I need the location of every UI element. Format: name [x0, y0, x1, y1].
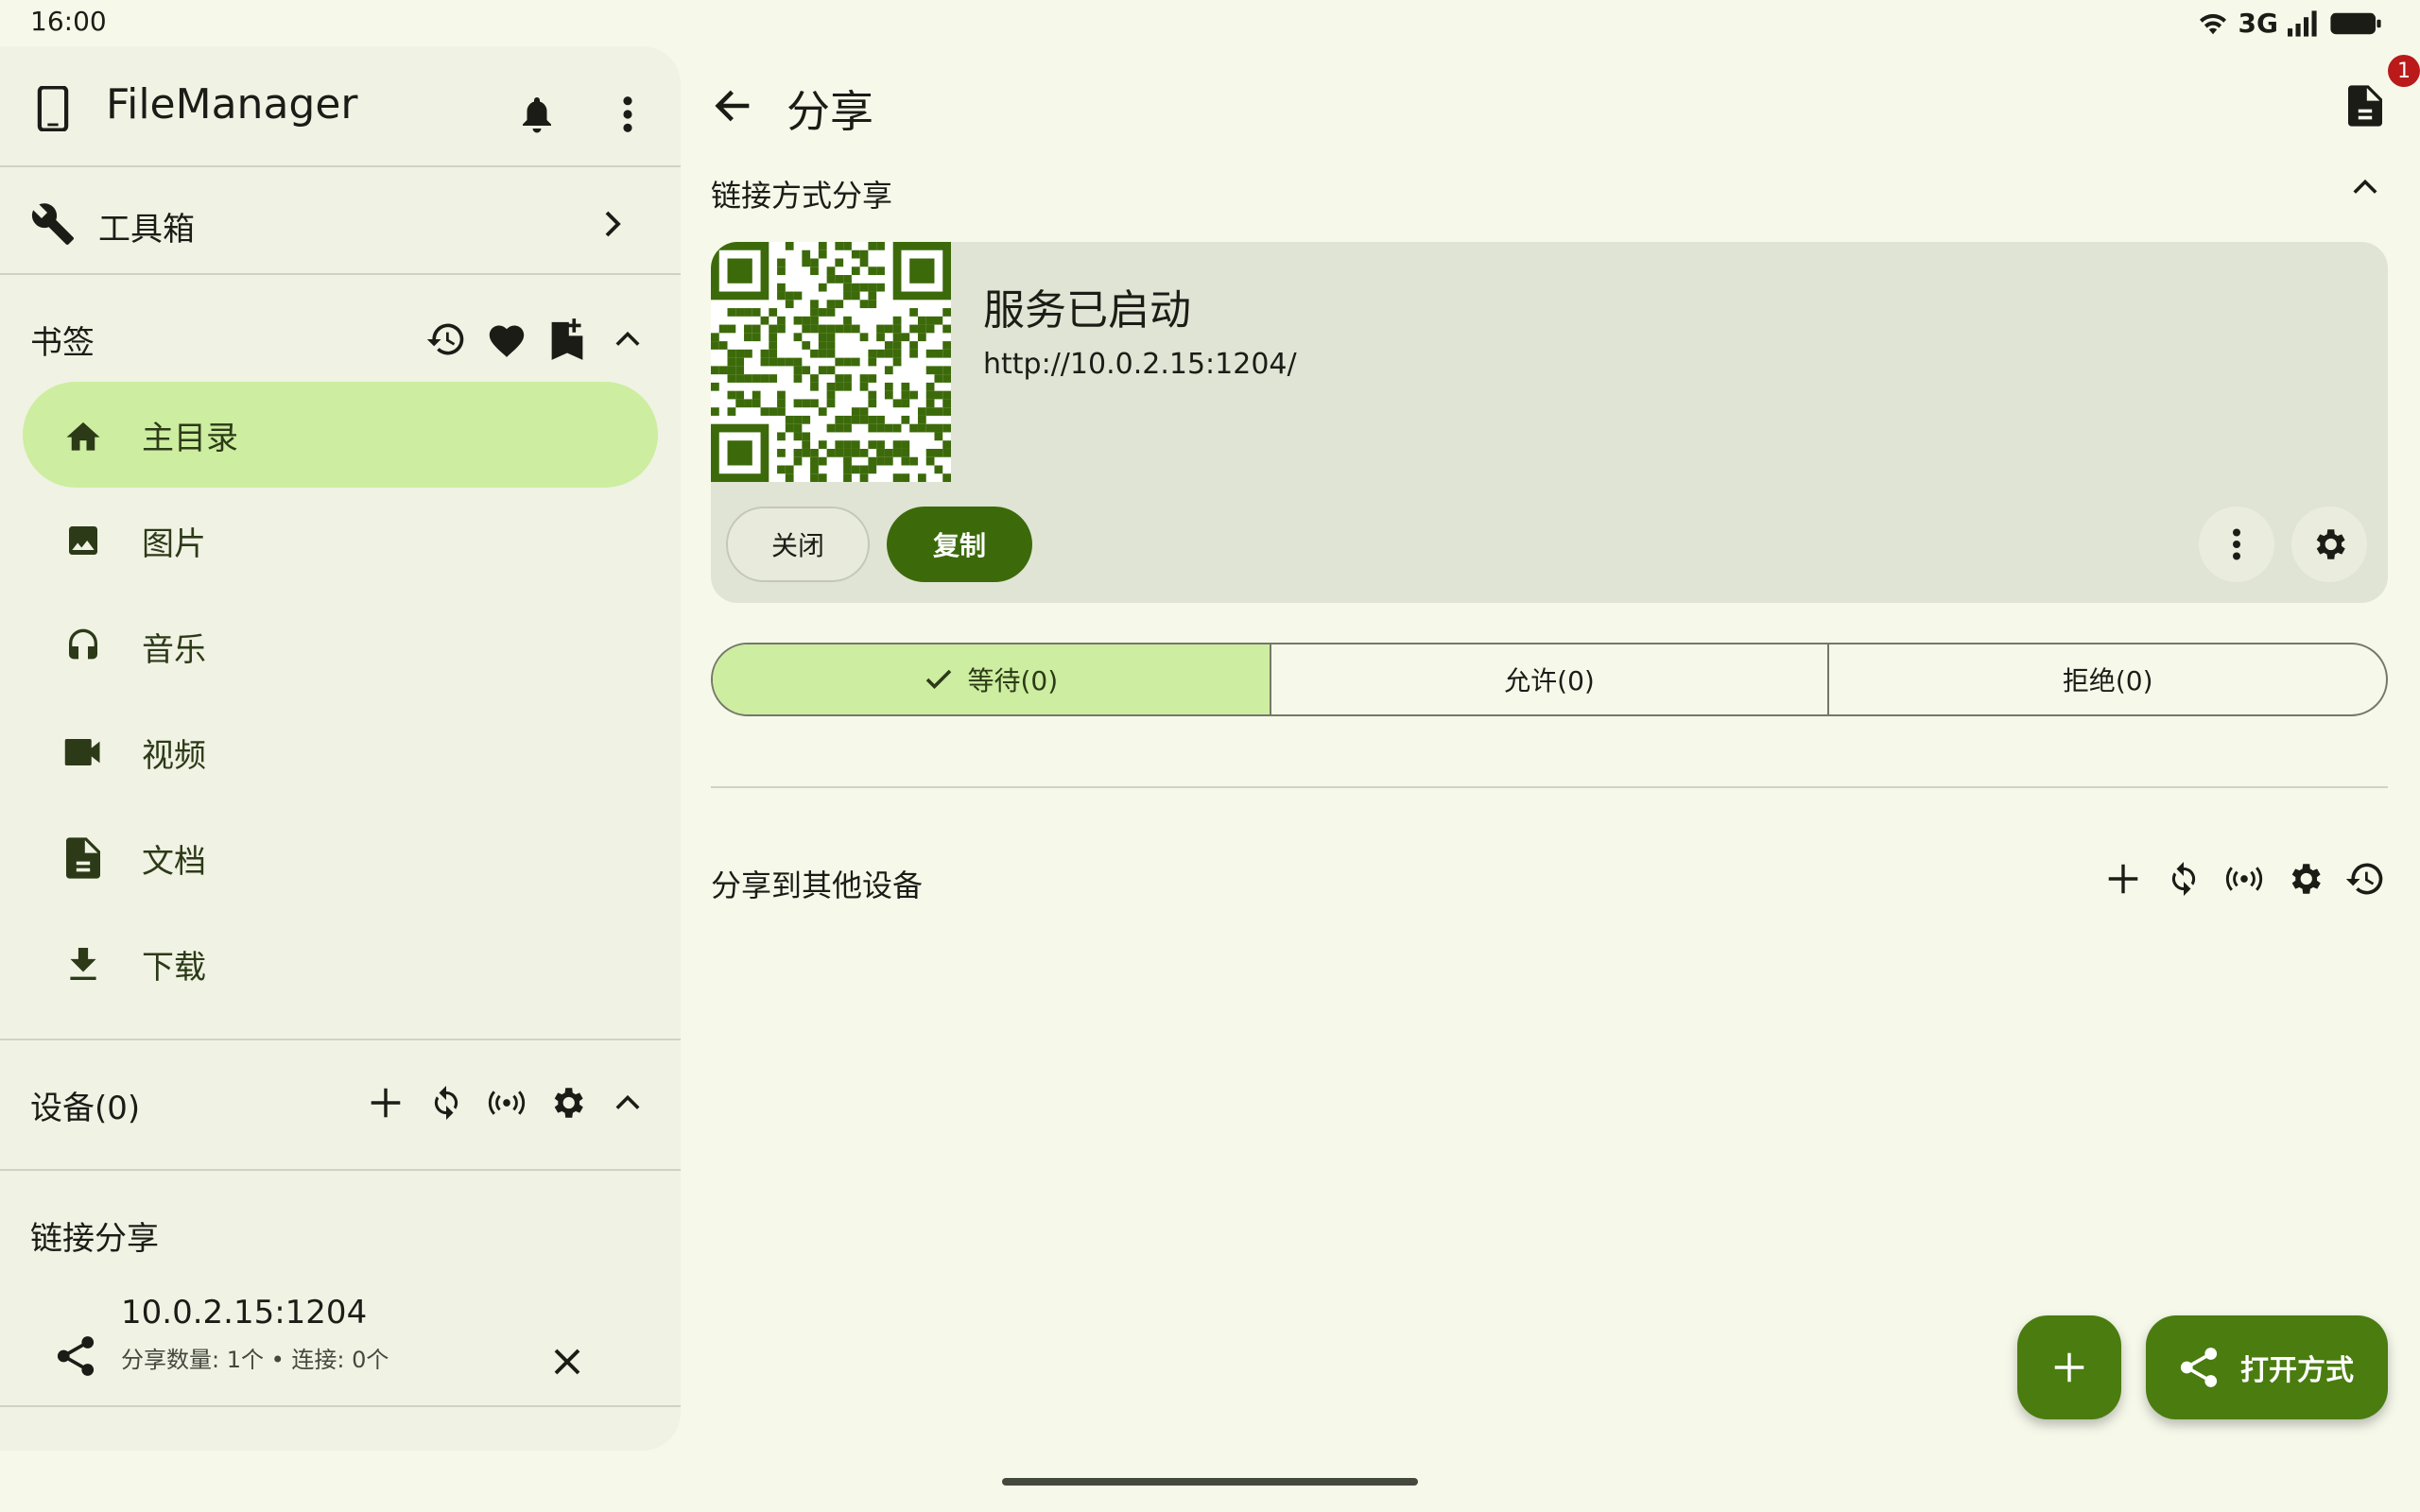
navigation-drawer: FileManager 工具箱 书签 主目录 图片 音乐 视频 文档 下载 设备… [0, 46, 681, 1451]
tab-waiting[interactable]: 等待(0) [713, 644, 1271, 714]
network-type: 3G [2238, 8, 2278, 39]
video-icon [53, 737, 113, 767]
sidebar-item-label: 文档 [142, 842, 206, 881]
add-icon [2054, 1352, 2084, 1383]
battery-icon [2330, 12, 2381, 34]
sidebar-item-videos[interactable]: 视频 [23, 699, 658, 805]
history-icon[interactable] [2337, 850, 2394, 907]
page-title: 分享 [786, 86, 873, 137]
tab-label: 允许(0) [1504, 665, 1595, 696]
tab-label: 拒绝(0) [2062, 665, 2153, 696]
app-title: FileManager [106, 80, 358, 129]
history-icon[interactable] [418, 311, 475, 368]
link-share-label: 链接分享 [30, 1220, 159, 1258]
other-devices-label: 分享到其他设备 [711, 868, 924, 903]
bookmark-add-icon[interactable] [539, 311, 596, 368]
share-icon [2180, 1348, 2218, 1387]
link-share-detail: 分享数量: 1个 • 连接: 0个 [121, 1347, 389, 1373]
divider [0, 1169, 681, 1171]
image-icon [53, 522, 113, 559]
signal-icon [2288, 9, 2317, 37]
wifi-icon [2199, 13, 2226, 34]
add-icon[interactable] [2095, 850, 2152, 907]
share-icon [49, 1330, 102, 1383]
add-fab[interactable] [2017, 1315, 2121, 1419]
sidebar-item-images[interactable]: 图片 [23, 488, 658, 593]
favorite-heart-icon[interactable] [478, 311, 535, 368]
toolbox-label: 工具箱 [98, 211, 195, 249]
divider [0, 1405, 681, 1407]
sidebar-item-music[interactable]: 音乐 [23, 593, 658, 699]
wrench-icon [26, 198, 79, 250]
home-icon [53, 417, 113, 453]
copy-button[interactable]: 复制 [887, 507, 1032, 582]
document-icon [53, 837, 113, 879]
sidebar-item-documents[interactable]: 文档 [23, 805, 658, 911]
notification-badge: 1 [2388, 55, 2420, 87]
chevron-up-icon[interactable] [2341, 163, 2390, 212]
log-document-icon[interactable] [2335, 76, 2395, 136]
divider [0, 165, 681, 167]
sidebar-item-label: 下载 [142, 948, 206, 987]
sidebar-item-downloads[interactable]: 下载 [23, 911, 658, 1017]
phone-icon [30, 80, 76, 137]
tab-allowed[interactable]: 允许(0) [1271, 644, 1830, 714]
share-status-card: 服务已启动 http://10.0.2.15:1204/ 关闭 复制 [711, 242, 2388, 603]
settings-gear-icon[interactable] [2291, 507, 2367, 582]
close-button[interactable]: 关闭 [726, 507, 870, 582]
sync-icon[interactable] [418, 1074, 475, 1131]
service-status: 服务已启动 [983, 286, 1191, 335]
broadcast-icon[interactable] [478, 1074, 535, 1131]
sync-icon[interactable] [2155, 850, 2212, 907]
open-with-fab[interactable]: 打开方式 [2146, 1315, 2388, 1419]
devices-label: 设备(0) [30, 1090, 141, 1127]
chevron-right-icon [590, 201, 635, 247]
tab-label: 等待(0) [967, 665, 1059, 696]
chevron-up-icon[interactable] [599, 1074, 656, 1131]
headphones-icon [53, 627, 113, 665]
divider [0, 1039, 681, 1040]
more-vert-icon[interactable] [2199, 507, 2274, 582]
settings-gear-icon[interactable] [2276, 850, 2333, 907]
divider [0, 273, 681, 275]
settings-gear-icon[interactable] [539, 1074, 596, 1131]
sidebar-item-label: 主目录 [142, 419, 238, 457]
request-filter-tabs: 等待(0) 允许(0) 拒绝(0) [711, 643, 2388, 716]
tab-rejected[interactable]: 拒绝(0) [1829, 644, 2386, 714]
link-share-address: 10.0.2.15:1204 [121, 1294, 368, 1332]
divider [711, 786, 2388, 788]
bookmarks-label: 书签 [30, 324, 95, 362]
sidebar-item-home[interactable]: 主目录 [23, 382, 658, 488]
back-arrow-icon[interactable] [703, 76, 764, 136]
sidebar-item-label: 音乐 [142, 630, 206, 669]
status-icons: 3G [2197, 8, 2382, 39]
close-icon[interactable] [537, 1332, 597, 1392]
more-vert-icon[interactable] [597, 84, 658, 145]
share-url: http://10.0.2.15:1204/ [983, 348, 1297, 381]
status-time: 16:00 [30, 6, 107, 37]
open-with-label: 打开方式 [2240, 1354, 2354, 1387]
sidebar-item-label: 视频 [142, 736, 206, 775]
qr-code [711, 242, 951, 482]
add-icon[interactable] [357, 1074, 414, 1131]
download-icon [53, 946, 113, 982]
chevron-up-icon[interactable] [599, 311, 656, 368]
broadcast-icon[interactable] [2216, 850, 2273, 907]
gesture-handle[interactable] [1002, 1478, 1418, 1486]
notification-bell-icon[interactable] [507, 84, 567, 145]
check-icon [925, 669, 951, 690]
sidebar-item-label: 图片 [142, 524, 206, 563]
link-section-label: 链接方式分享 [711, 178, 893, 214]
